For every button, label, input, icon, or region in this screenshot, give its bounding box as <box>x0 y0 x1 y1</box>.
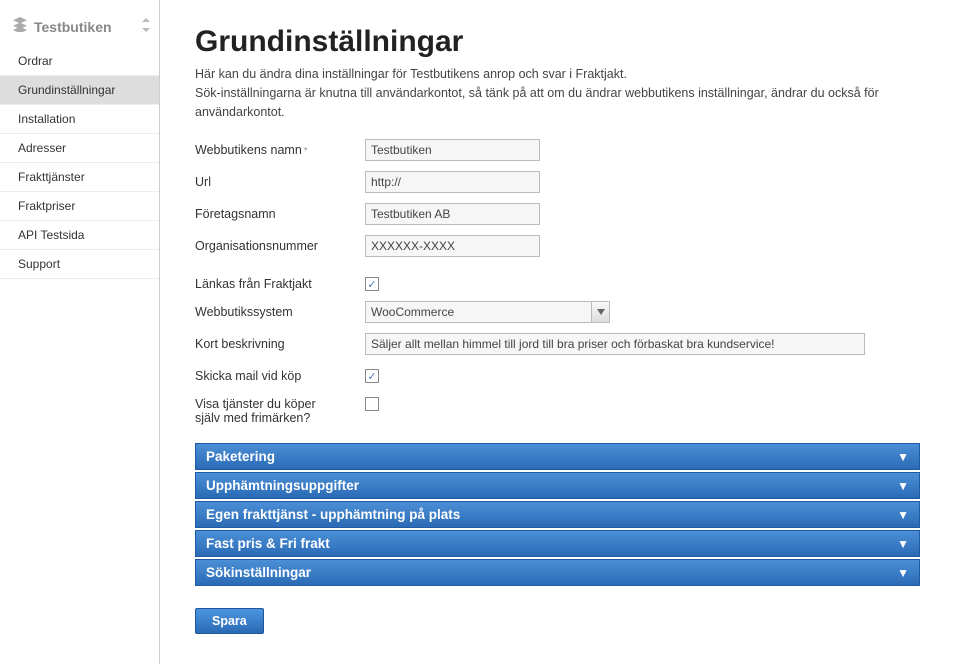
url-field[interactable] <box>365 171 540 193</box>
sidebar-item-grundinstallningar[interactable]: Grundinställningar <box>0 76 159 105</box>
link-from-fraktjakt-checkbox[interactable]: ✓ <box>365 277 379 291</box>
page-title: Grundinställningar <box>195 25 971 59</box>
company-name-field[interactable] <box>365 203 540 225</box>
sidebar-item-api-testsida[interactable]: API Testsida <box>0 221 159 250</box>
label-company-name: Företagsnamn <box>195 203 365 221</box>
chevron-down-icon: ▼ <box>897 508 909 522</box>
panel-egen-frakttjanst[interactable]: Egen frakttjänst - upphämtning på plats … <box>195 501 920 528</box>
sidebar-item-ordrar[interactable]: Ordrar <box>0 47 159 76</box>
panel-sokinstallningar[interactable]: Sökinställningar ▼ <box>195 559 920 586</box>
label-send-mail: Skicka mail vid köp <box>195 365 365 383</box>
panel-fast-pris[interactable]: Fast pris & Fri frakt ▼ <box>195 530 920 557</box>
sidebar: Testbutiken Ordrar Grundinställningar In… <box>0 0 160 664</box>
org-number-field[interactable] <box>365 235 540 257</box>
label-webshop-name: Webbutikens namn* <box>195 139 365 157</box>
main-content: Grundinställningar Här kan du ändra dina… <box>160 0 971 664</box>
chevron-down-icon <box>591 302 609 322</box>
sidebar-item-support[interactable]: Support <box>0 250 159 279</box>
settings-form: Webbutikens namn* Url Företagsnamn Organ… <box>195 139 971 425</box>
show-services-checkbox[interactable] <box>365 397 379 411</box>
chevron-down-icon: ▼ <box>897 479 909 493</box>
sidebar-item-installation[interactable]: Installation <box>0 105 159 134</box>
save-button[interactable]: Spara <box>195 608 264 634</box>
sidebar-item-fraktpriser[interactable]: Fraktpriser <box>0 192 159 221</box>
chevron-updown-icon <box>141 18 151 36</box>
send-mail-checkbox[interactable]: ✓ <box>365 369 379 383</box>
label-link-from-fraktjakt: Länkas från Fraktjakt <box>195 273 365 291</box>
layers-icon <box>12 16 28 37</box>
label-webshop-system: Webbutikssystem <box>195 301 365 319</box>
label-org-number: Organisationsnummer <box>195 235 365 253</box>
chevron-down-icon: ▼ <box>897 566 909 580</box>
chevron-down-icon: ▼ <box>897 537 909 551</box>
page-subtitle: Här kan du ändra dina inställningar för … <box>195 65 971 121</box>
panel-paketering[interactable]: Paketering ▼ <box>195 443 920 470</box>
sidebar-header[interactable]: Testbutiken <box>0 10 159 47</box>
sidebar-item-adresser[interactable]: Adresser <box>0 134 159 163</box>
label-short-desc: Kort beskrivning <box>195 333 365 351</box>
label-show-services: Visa tjänster du köper själv med frimärk… <box>195 393 365 425</box>
chevron-down-icon: ▼ <box>897 450 909 464</box>
accordion: Paketering ▼ Upphämtningsuppgifter ▼ Ege… <box>195 443 920 586</box>
webshop-system-select[interactable]: WooCommerce <box>365 301 610 323</box>
sidebar-title: Testbutiken <box>34 19 112 35</box>
webshop-name-field[interactable] <box>365 139 540 161</box>
label-url: Url <box>195 171 365 189</box>
panel-upphamtning[interactable]: Upphämtningsuppgifter ▼ <box>195 472 920 499</box>
sidebar-item-frakttjanster[interactable]: Frakttjänster <box>0 163 159 192</box>
short-desc-field[interactable] <box>365 333 865 355</box>
